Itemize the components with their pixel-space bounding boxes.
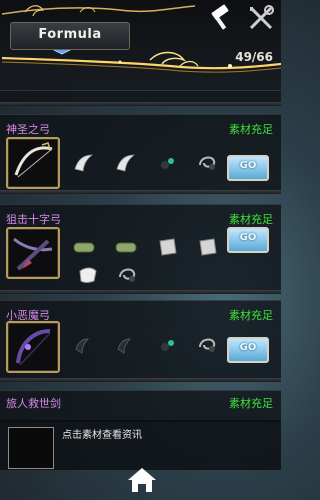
go-button[interactable]: GO (227, 155, 269, 181)
metal-plate-material-icon[interactable] (196, 235, 220, 259)
material-hint: 点击素材查看资讯 (62, 430, 142, 441)
recipe-name: 狙击十字弓 (6, 213, 61, 226)
material-status: 素材充足 (229, 123, 273, 136)
cloth-material-icon[interactable] (76, 263, 100, 287)
go-button[interactable]: GO (227, 227, 269, 253)
log-material-icon[interactable] (72, 235, 96, 259)
dark-claw-material-icon[interactable] (72, 333, 96, 357)
bow-icon[interactable] (6, 137, 60, 189)
dark-claw-material-icon[interactable] (114, 333, 138, 357)
recipe-count: 49/66 (235, 50, 273, 64)
recipe-panel[interactable]: 小恶魔弓 素材充足 GO (0, 300, 281, 380)
go-button-label: GO (239, 160, 257, 171)
horn-material-icon (40, 79, 64, 103)
go-button-label: GO (239, 342, 257, 353)
divider (0, 378, 281, 382)
go-button-label: GO (239, 232, 257, 243)
header-bar: Formula 49/66 (0, 0, 281, 90)
bead-material-icon[interactable] (156, 333, 180, 357)
home-icon[interactable] (126, 466, 158, 494)
material-status: 素材充足 (229, 309, 273, 322)
material-status: 素材充足 (229, 213, 273, 226)
recipe-name: 旅人救世剑 (6, 397, 61, 410)
material-status: 素材充足 (229, 397, 273, 410)
coiled-material-icon[interactable] (196, 149, 220, 173)
horn-material-icon[interactable] (72, 151, 96, 175)
recipe-panel[interactable]: 狙击十字弓 素材充足 GO (0, 204, 281, 292)
hammer-icon[interactable] (206, 4, 234, 32)
bead-material-icon[interactable] (156, 151, 180, 175)
demon-bow-icon[interactable] (6, 321, 60, 373)
fork-wrench-icon[interactable] (247, 4, 275, 32)
recipe-list[interactable]: 神圣之弓 素材充足 GO 狙击十字弓 素材充足 GO 小恶魔弓 素材充足 GO … (0, 90, 281, 500)
coiled-material-icon[interactable] (116, 261, 140, 285)
go-button[interactable]: GO (227, 337, 269, 363)
divider (0, 190, 281, 194)
divider (0, 290, 281, 294)
coiled-material-icon[interactable] (196, 331, 220, 355)
crossbow-icon[interactable] (6, 227, 60, 279)
divider (0, 102, 281, 106)
horn-material-icon[interactable] (114, 151, 138, 175)
log-material-icon[interactable] (114, 235, 138, 259)
material-info-panel: 点击素材查看资讯 (0, 420, 281, 470)
selected-material-slot[interactable] (8, 427, 54, 469)
metal-plate-material-icon[interactable] (156, 235, 180, 259)
recipe-panel[interactable]: 神圣之弓 素材充足 GO (0, 114, 281, 192)
page-title: Formula (38, 27, 102, 42)
formula-title-box: Formula (10, 22, 130, 50)
recipe-name: 神圣之弓 (6, 123, 50, 136)
recipe-panel[interactable]: 旅人救世剑 素材充足 (0, 390, 281, 422)
